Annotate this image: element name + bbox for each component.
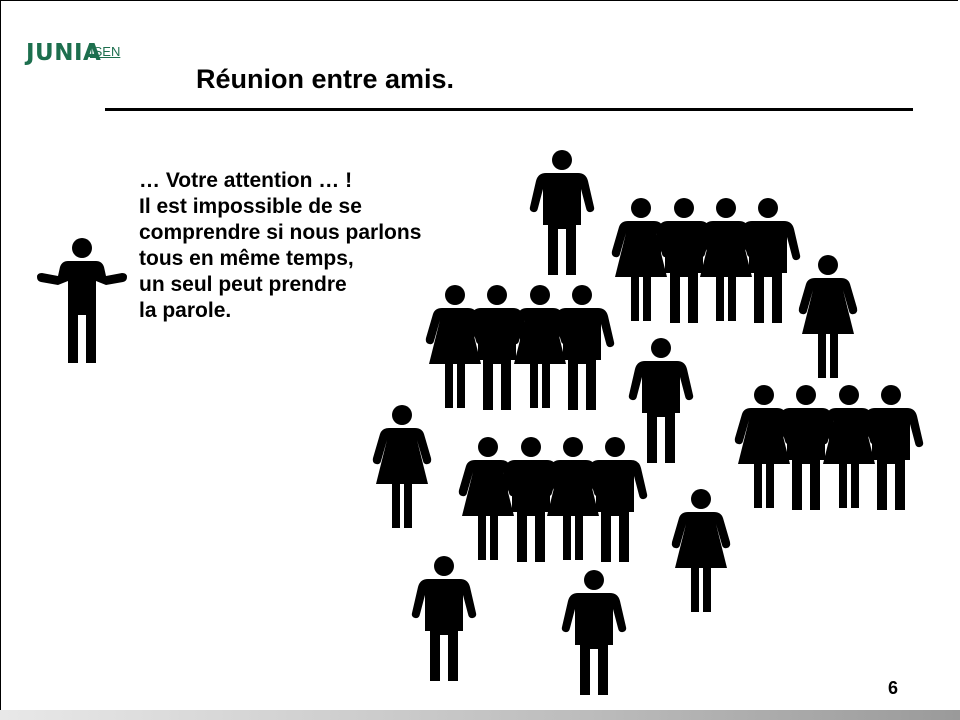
woman-icon — [543, 437, 603, 560]
woman-icon — [671, 489, 731, 612]
man-icon — [529, 150, 595, 275]
footer-bar — [0, 710, 960, 720]
page-number: 6 — [888, 678, 899, 698]
person-arms-open-icon — [37, 238, 127, 363]
woman-icon — [819, 385, 879, 508]
man-icon — [411, 556, 477, 681]
woman-icon — [798, 255, 858, 378]
woman-icon — [372, 405, 432, 528]
woman-icon — [734, 385, 794, 508]
slide: JUNIA ISEN Réunion entre amis. … Votre a… — [0, 0, 960, 720]
man-icon — [628, 338, 694, 463]
woman-icon — [458, 437, 518, 560]
woman-icon — [696, 198, 756, 321]
woman-icon — [510, 285, 570, 408]
woman-icon — [611, 198, 671, 321]
woman-icon — [425, 285, 485, 408]
people-illustration — [37, 150, 924, 695]
man-icon — [561, 570, 627, 695]
